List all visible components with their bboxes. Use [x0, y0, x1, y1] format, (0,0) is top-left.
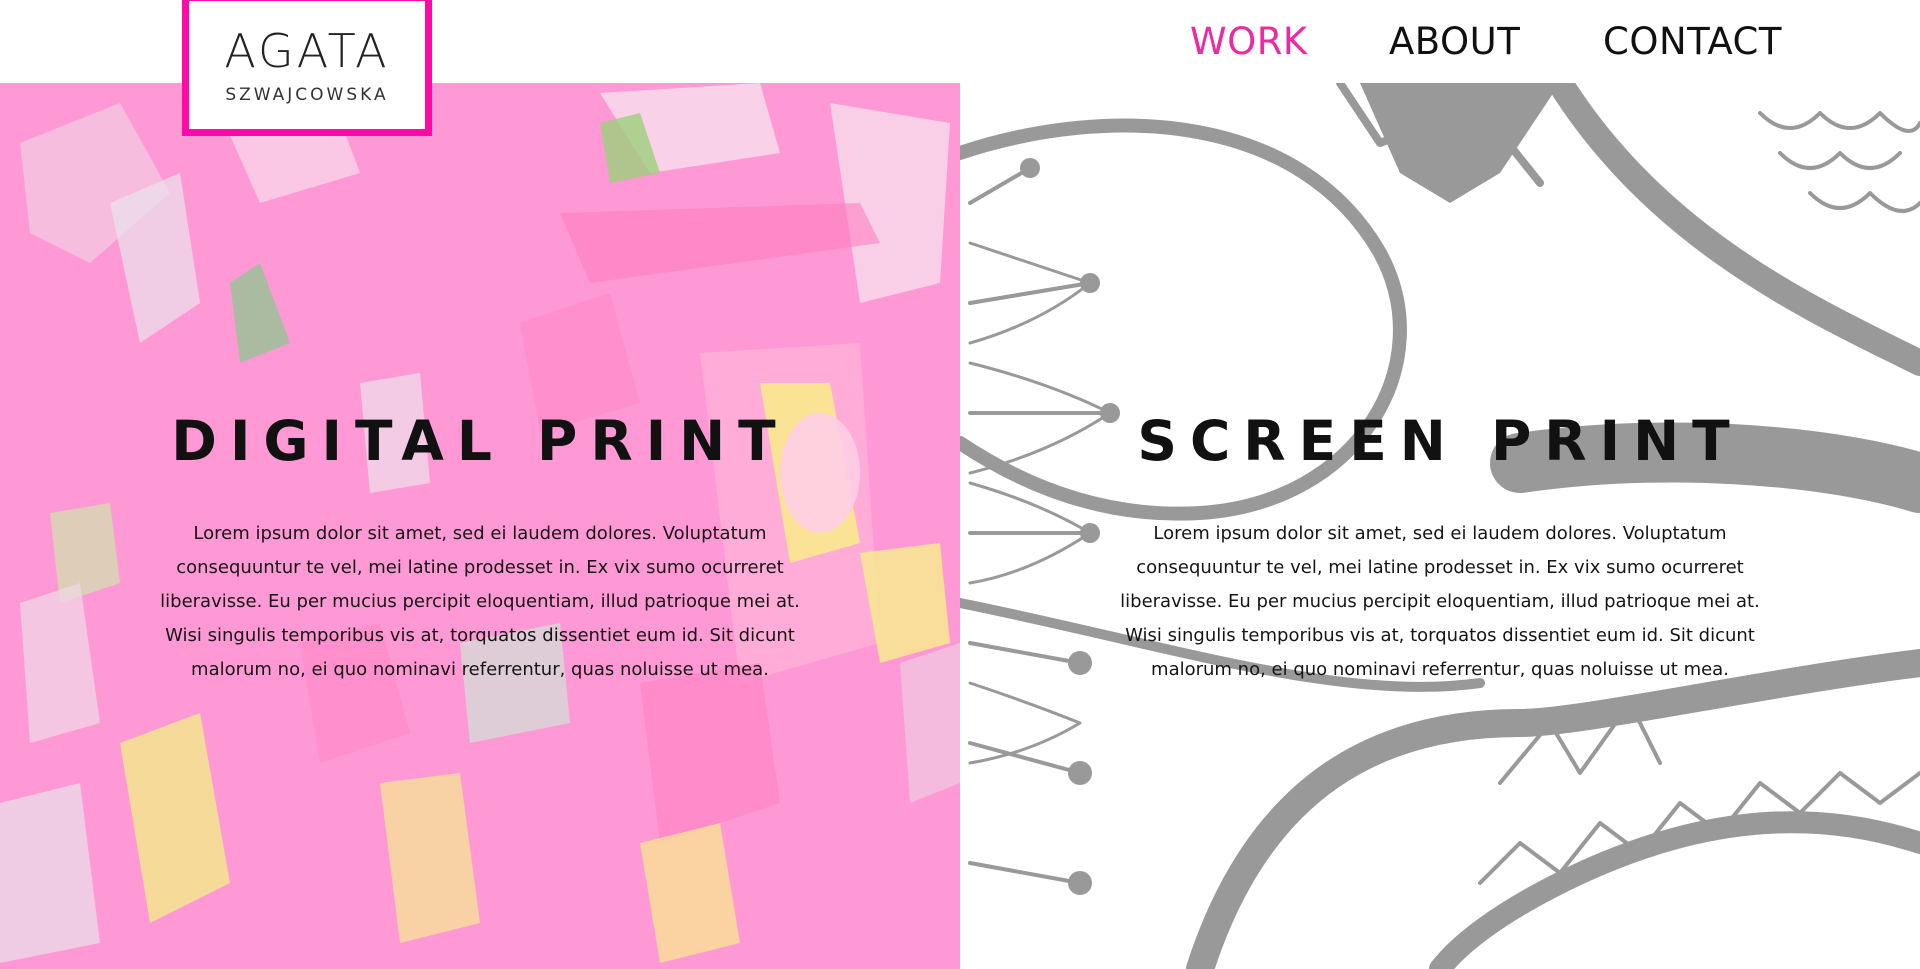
panel-title: DIGITAL PRINT	[171, 409, 789, 473]
screen-print-panel[interactable]: SCREEN PRINT Lorem ipsum dolor sit amet,…	[960, 83, 1920, 969]
logo-surname: SZWAJCOWSKA	[225, 85, 389, 105]
nav-about[interactable]: ABOUT	[1389, 20, 1520, 63]
logo[interactable]: AGATA SZWAJCOWSKA	[182, 0, 432, 136]
panel-description: Lorem ipsum dolor sit amet, sed ei laude…	[160, 523, 800, 680]
logo-name: AGATA	[224, 24, 390, 78]
digital-print-panel[interactable]: DIGITAL PRINT Lorem ipsum dolor sit amet…	[0, 83, 960, 969]
nav-work[interactable]: WORK	[1190, 20, 1308, 63]
site-header: AGATA SZWAJCOWSKA WORK ABOUT CONTACT	[0, 0, 1920, 136]
panel-title: SCREEN PRINT	[1137, 409, 1743, 473]
panel-description: Lorem ipsum dolor sit amet, sed ei laude…	[1120, 523, 1760, 680]
nav-contact[interactable]: CONTACT	[1603, 20, 1782, 63]
